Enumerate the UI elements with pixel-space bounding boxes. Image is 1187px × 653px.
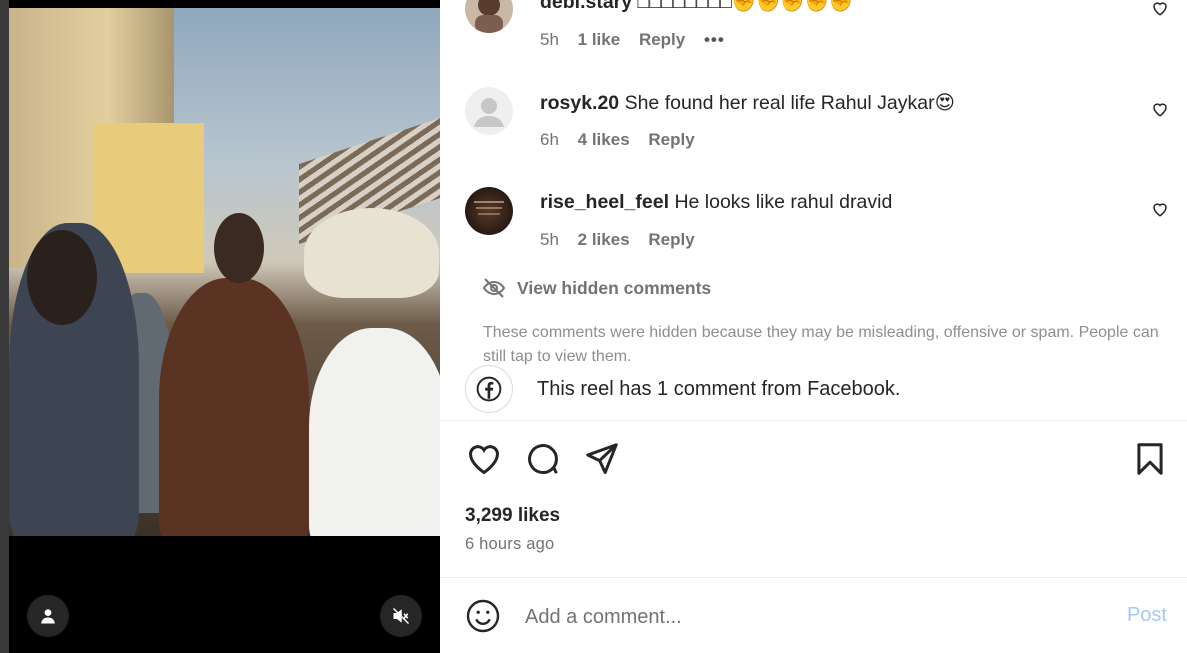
comment-text: □□□□□□□□✊✊✊✊✊ — [637, 0, 854, 13]
comment-line: debi.stary □□□□□□□□✊✊✊✊✊ — [540, 0, 853, 14]
comment-text: She found her real life Rahul Jaykar😍 — [624, 92, 955, 114]
mute-button[interactable] — [380, 595, 422, 637]
reel-video-panel[interactable] — [0, 0, 440, 653]
comment-line: rise_heel_feel He looks like rahul dravi… — [540, 191, 892, 214]
view-hidden-comments-button[interactable]: View hidden comments — [482, 275, 711, 301]
action-bar — [465, 440, 1165, 480]
comment-text: He looks like rahul dravid — [674, 191, 893, 213]
avatar-image — [465, 0, 513, 33]
eye-off-icon — [482, 278, 506, 298]
reply-button[interactable]: Reply — [648, 230, 694, 249]
comment-likes[interactable]: 2 likes — [578, 230, 630, 249]
comment-time[interactable]: 5h — [540, 30, 559, 49]
heart-icon[interactable] — [1151, 100, 1169, 118]
bookmark-icon[interactable] — [1131, 440, 1169, 478]
comment-line: rosyk.20 She found her real life Rahul J… — [540, 91, 955, 115]
avatar[interactable] — [465, 187, 513, 235]
comment-meta: 6h 4 likes Reply — [540, 130, 709, 150]
video-frame[interactable] — [9, 8, 440, 536]
heart-icon[interactable] — [465, 440, 503, 478]
video-scene-person — [309, 328, 440, 536]
likes-count[interactable]: 3,299 likes — [465, 505, 560, 527]
share-icon[interactable] — [583, 440, 621, 478]
comment-time[interactable]: 6h — [540, 130, 559, 149]
tagged-users-button[interactable] — [27, 595, 69, 637]
video-scene-person-head — [27, 230, 97, 325]
hidden-comments-note: These comments were hidden because they … — [483, 324, 1159, 365]
video-scene-bucket-hat — [304, 208, 439, 298]
heart-icon[interactable] — [1151, 200, 1169, 218]
avatar[interactable] — [465, 87, 513, 135]
comment-username[interactable]: rosyk.20 — [540, 92, 619, 114]
comment-composer: Post — [440, 578, 1187, 653]
more-options-button[interactable]: ••• — [704, 30, 725, 49]
comment-likes[interactable]: 1 like — [578, 30, 621, 49]
post-time[interactable]: 6 hours ago — [465, 535, 554, 554]
avatar[interactable] — [465, 0, 513, 33]
divider — [440, 420, 1187, 421]
facebook-comments-row[interactable]: This reel has 1 comment from Facebook. — [465, 365, 900, 413]
facebook-icon — [476, 376, 502, 402]
mute-icon — [392, 607, 410, 625]
heart-icon[interactable] — [1151, 0, 1169, 17]
comment-icon[interactable] — [524, 440, 562, 478]
comment-time[interactable]: 5h — [540, 230, 559, 249]
user-icon — [41, 609, 55, 624]
facebook-comments-text: This reel has 1 comment from Facebook. — [537, 377, 901, 400]
view-hidden-comments-label: View hidden comments — [517, 277, 712, 298]
reply-button[interactable]: Reply — [639, 30, 685, 49]
comment-item: rosyk.20 She found her real life Rahul J… — [465, 87, 1187, 167]
comment-meta: 5h 1 like Reply ••• — [540, 30, 739, 50]
emoji-icon[interactable] — [465, 598, 501, 634]
comment-item: debi.stary □□□□□□□□✊✊✊✊✊ 5h 1 like Reply… — [465, 0, 1187, 65]
comment-username[interactable]: debi.stary — [540, 0, 632, 13]
comment-item: rise_heel_feel He looks like rahul dravi… — [465, 187, 1187, 267]
panel-edge — [0, 0, 9, 653]
avatar-image — [465, 187, 513, 235]
comment-meta: 5h 2 likes Reply — [540, 230, 709, 250]
comment-input[interactable] — [525, 600, 1085, 634]
reply-button[interactable]: Reply — [648, 130, 694, 149]
comment-username[interactable]: rise_heel_feel — [540, 191, 669, 213]
facebook-badge — [465, 365, 513, 413]
post-comment-button[interactable]: Post — [1127, 604, 1167, 627]
comments-panel: debi.stary □□□□□□□□✊✊✊✊✊ 5h 1 like Reply… — [440, 0, 1187, 653]
video-scene-person — [159, 278, 309, 536]
video-scene-person-head — [214, 213, 264, 283]
comment-likes[interactable]: 4 likes — [578, 130, 630, 149]
default-avatar-icon — [465, 87, 513, 135]
